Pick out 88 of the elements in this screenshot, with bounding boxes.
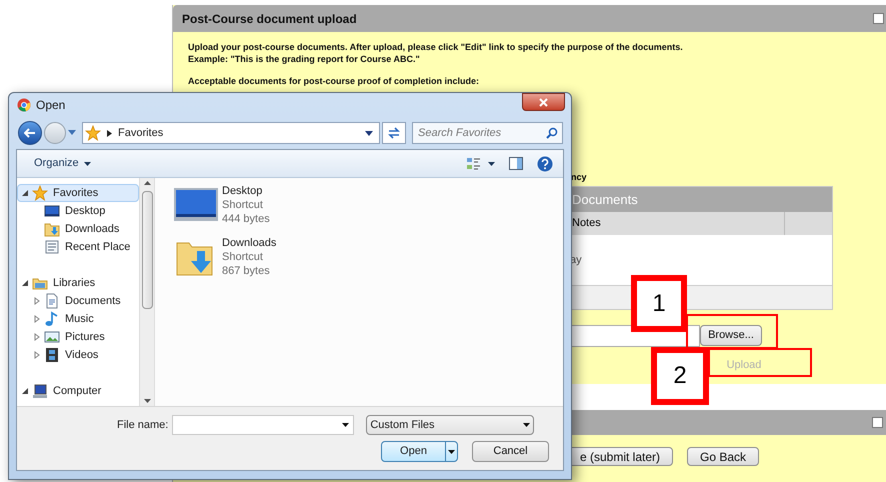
nav-tree-label: Computer xyxy=(53,384,102,399)
nav-tree-label: Favorites xyxy=(53,186,98,201)
back-arrow-icon xyxy=(24,128,36,138)
file-type-select[interactable]: Custom Files xyxy=(366,415,534,435)
scroll-up-icon[interactable] xyxy=(144,181,150,185)
nav-tree-label: Music xyxy=(65,312,94,327)
nav-tree-item[interactable]: Pictures xyxy=(17,328,139,346)
nav-tree-label: Downloads xyxy=(65,222,120,237)
address-text: Favorites xyxy=(118,126,164,141)
search-field[interactable]: Search Favorites xyxy=(412,122,563,144)
folder-arrow-icon xyxy=(44,221,60,237)
film-icon xyxy=(44,347,60,363)
close-button[interactable] xyxy=(522,93,565,111)
file-size: 444 bytes xyxy=(222,212,270,226)
caret-icon xyxy=(84,162,91,166)
collapse-arrow-icon[interactable] xyxy=(21,387,29,395)
open-button[interactable]: Open xyxy=(381,441,458,462)
browse-button[interactable]: Browse... xyxy=(700,325,762,346)
music-note-icon xyxy=(44,311,60,327)
expand-arrow-icon[interactable] xyxy=(33,315,41,323)
star-icon xyxy=(32,185,48,201)
nav-tree-label: Documents xyxy=(65,294,121,309)
nav-tree-item[interactable]: Libraries xyxy=(17,274,139,292)
intro-text: Example: "This is the grading report for Course ABC." xyxy=(188,53,420,65)
nav-tree-label: Libraries xyxy=(53,276,96,291)
nav-tree-item[interactable]: Downloads xyxy=(17,220,139,238)
file-type: Shortcut xyxy=(222,198,264,212)
close-icon xyxy=(539,98,548,106)
file-item[interactable]: Downloads Shortcut 867 bytes xyxy=(173,236,276,278)
refresh-icon xyxy=(387,127,401,139)
expand-arrow-icon[interactable] xyxy=(33,333,41,341)
nav-tree-item[interactable]: Desktop xyxy=(17,202,139,220)
table-title: Documents xyxy=(570,187,832,212)
view-options-icon[interactable] xyxy=(467,156,495,170)
nav-tree-label: Pictures xyxy=(65,330,105,345)
monitor-icon xyxy=(44,203,60,219)
file-size: 867 bytes xyxy=(222,264,271,278)
file-name-field[interactable] xyxy=(172,415,354,435)
nav-tree-label: Desktop xyxy=(65,204,106,219)
intro-text: Acceptable documents for post-course proof of completion include: xyxy=(188,75,480,87)
image-icon xyxy=(44,329,60,345)
collapse-icon[interactable] xyxy=(872,417,883,428)
nav-tree-item[interactable]: Computer xyxy=(17,382,139,400)
callout-badge: 1 xyxy=(631,275,687,332)
nav-tree-item[interactable]: Videos xyxy=(17,346,139,364)
history-dropdown-icon[interactable] xyxy=(68,130,76,136)
help-icon[interactable] xyxy=(537,156,553,172)
scroll-thumb[interactable] xyxy=(142,191,152,309)
search-icon xyxy=(546,127,558,139)
address-bar[interactable]: Favorites xyxy=(82,122,380,144)
document-icon xyxy=(44,293,60,309)
footer-button[interactable]: Go Back xyxy=(687,447,760,466)
intro-text: Upload your post-course documents. After upload, please click "Edit" link to specify the purpose of the documents. xyxy=(188,41,683,53)
file-name-label: File name: xyxy=(117,418,168,433)
panel-title: Post-Course document upload xyxy=(182,10,357,28)
collapse-arrow-icon[interactable] xyxy=(21,279,29,287)
back-button[interactable] xyxy=(18,121,42,145)
file-name: Desktop xyxy=(222,184,264,198)
file-item[interactable]: Desktop Shortcut 444 bytes xyxy=(173,184,270,226)
dropdown-arrow-icon[interactable] xyxy=(342,423,350,427)
dialog-title: Open xyxy=(36,97,66,114)
dropdown-arrow-icon xyxy=(523,423,530,427)
window-list-icon xyxy=(44,239,60,255)
nav-tree-label: Videos xyxy=(65,348,98,363)
dropdown-arrow-icon[interactable] xyxy=(448,450,455,454)
refresh-button[interactable] xyxy=(382,122,406,144)
star-icon xyxy=(85,125,101,141)
organize-button[interactable]: Organize xyxy=(34,155,91,172)
expand-arrow-icon[interactable] xyxy=(33,297,41,305)
nav-tree-item[interactable]: Favorites xyxy=(17,184,139,202)
breadcrumb-arrow-icon xyxy=(107,130,112,136)
cancel-button[interactable]: Cancel xyxy=(472,441,549,462)
nav-tree-item[interactable]: Recent Place xyxy=(17,238,139,256)
dropdown-arrow-icon[interactable] xyxy=(365,130,373,136)
collapse-arrow-icon[interactable] xyxy=(21,189,29,197)
expand-arrow-icon[interactable] xyxy=(33,351,41,359)
file-name: Downloads xyxy=(222,236,276,250)
file-type: Shortcut xyxy=(222,250,264,264)
computer-icon xyxy=(32,383,48,399)
preview-pane-icon[interactable] xyxy=(509,157,523,170)
collapse-icon[interactable] xyxy=(873,13,884,24)
browser-logo-icon xyxy=(17,98,31,112)
scrollbar[interactable] xyxy=(139,178,155,406)
callout-badge: 2 xyxy=(651,347,709,405)
nav-tree-item[interactable]: Music xyxy=(17,310,139,328)
nav-tree-label: Recent Place xyxy=(65,240,130,255)
nav-tree-item[interactable]: Documents xyxy=(17,292,139,310)
scroll-down-icon[interactable] xyxy=(144,399,150,403)
